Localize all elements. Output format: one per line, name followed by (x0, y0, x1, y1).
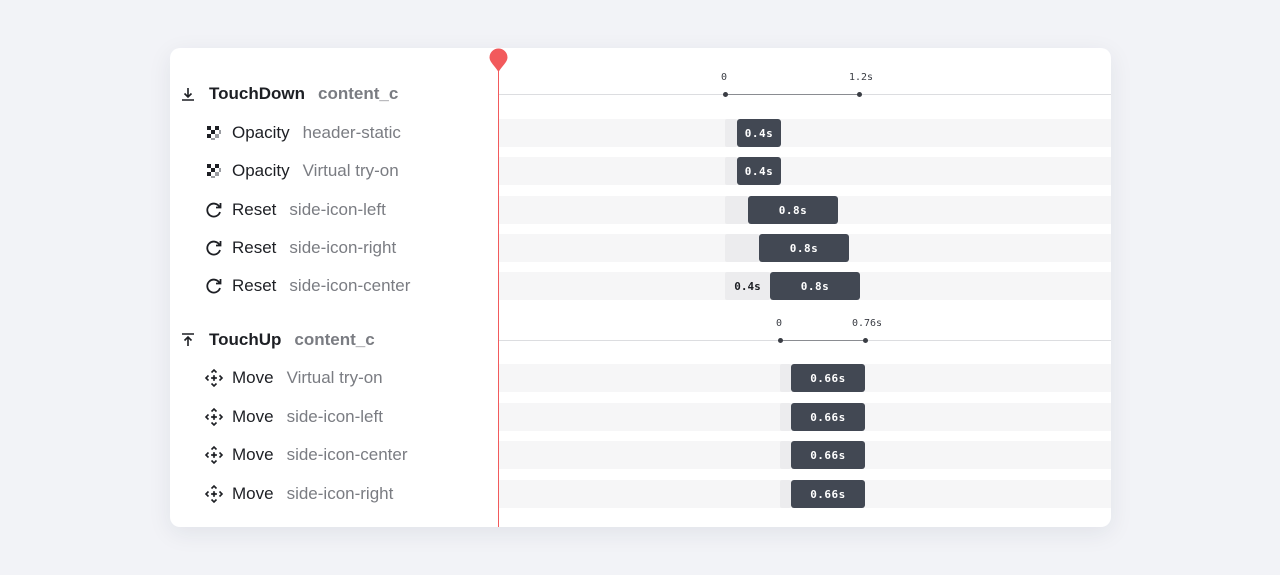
move-arrows-icon (204, 368, 224, 388)
trigger-row-touchup[interactable]: TouchUp content_c (180, 329, 375, 351)
duration-bar[interactable]: 0.8s (770, 272, 860, 300)
animation-name: Move (232, 484, 274, 503)
animation-timeline-panel: TouchDown content_c 0 1.2s Opacity heade… (170, 48, 1111, 527)
animation-name: Move (232, 407, 274, 426)
delay-segment (725, 234, 759, 262)
animation-target: side-icon-right (289, 238, 397, 257)
checkerboard-icon (204, 161, 224, 181)
scale-end-label: 1.2s (848, 72, 874, 83)
rotate-icon (204, 238, 224, 258)
list-item[interactable]: Opacity header-static (204, 122, 401, 144)
list-item[interactable]: Move Virtual try-on (204, 367, 383, 389)
list-item[interactable]: Reset side-icon-right (204, 237, 396, 259)
delay-segment (780, 480, 791, 508)
animation-target: header-static (302, 123, 401, 142)
scale-start-label: 0 (775, 318, 783, 329)
delay-segment (725, 119, 737, 147)
animation-target: Virtual try-on (302, 161, 399, 180)
list-item[interactable]: Reset side-icon-left (204, 199, 386, 221)
checkerboard-icon (204, 123, 224, 143)
list-item[interactable]: Reset side-icon-center (204, 275, 410, 297)
duration-bar[interactable]: 0.66s (791, 364, 865, 392)
duration-bar[interactable]: 0.4s (737, 119, 781, 147)
scale-end-label: 0.76s (851, 318, 883, 329)
animation-name: Reset (232, 200, 277, 219)
delay-segment (780, 364, 791, 392)
track-row (499, 119, 1111, 147)
trigger-target: content_c (294, 330, 375, 349)
trigger-name: TouchUp (209, 330, 282, 349)
rotate-icon (204, 200, 224, 220)
animation-target: side-icon-left (289, 200, 386, 219)
playhead-handle[interactable] (489, 48, 508, 73)
list-item[interactable]: Move side-icon-right (204, 483, 393, 505)
animation-target: side-icon-center (286, 445, 408, 464)
animation-name: Opacity (232, 123, 290, 142)
move-arrows-icon (204, 407, 224, 427)
move-arrows-icon (204, 484, 224, 504)
rotate-icon (204, 276, 224, 296)
animation-name: Reset (232, 238, 277, 257)
delay-segment (780, 441, 791, 469)
delay-segment (780, 403, 791, 431)
duration-bar[interactable]: 0.66s (791, 403, 865, 431)
scale-start-dot (778, 338, 783, 343)
delay-segment (725, 196, 748, 224)
scale-end-dot (857, 92, 862, 97)
animation-name: Move (232, 445, 274, 464)
scale-start-dot (723, 92, 728, 97)
animation-target: side-icon-left (286, 407, 383, 426)
list-item[interactable]: Opacity Virtual try-on (204, 160, 399, 182)
animation-target: side-icon-center (289, 276, 411, 295)
arrow-down-to-line-icon (180, 86, 196, 102)
animation-name: Reset (232, 276, 277, 295)
scale-line (726, 94, 860, 95)
duration-bar[interactable]: 0.4s (737, 157, 781, 185)
scale-line (781, 340, 866, 341)
trigger-row-touchdown[interactable]: TouchDown content_c (180, 83, 398, 105)
duration-bar[interactable]: 0.66s (791, 441, 865, 469)
animation-target: Virtual try-on (286, 368, 383, 387)
scale-start-label: 0 (720, 72, 728, 83)
trigger-target: content_c (318, 84, 399, 103)
delay-segment: 0.4s (725, 272, 770, 300)
duration-bar[interactable]: 0.8s (759, 234, 849, 262)
track-row (499, 157, 1111, 185)
list-item[interactable]: Move side-icon-center (204, 444, 408, 466)
duration-bar[interactable]: 0.8s (748, 196, 838, 224)
list-item[interactable]: Move side-icon-left (204, 406, 383, 428)
duration-bar[interactable]: 0.66s (791, 480, 865, 508)
delay-segment (725, 157, 737, 185)
animation-name: Opacity (232, 161, 290, 180)
scale-end-dot (863, 338, 868, 343)
animation-target: side-icon-right (286, 484, 394, 503)
animation-name: Move (232, 368, 274, 387)
move-arrows-icon (204, 445, 224, 465)
playhead-line[interactable] (498, 62, 499, 527)
arrow-up-to-line-icon (180, 332, 196, 348)
trigger-name: TouchDown (209, 84, 305, 103)
